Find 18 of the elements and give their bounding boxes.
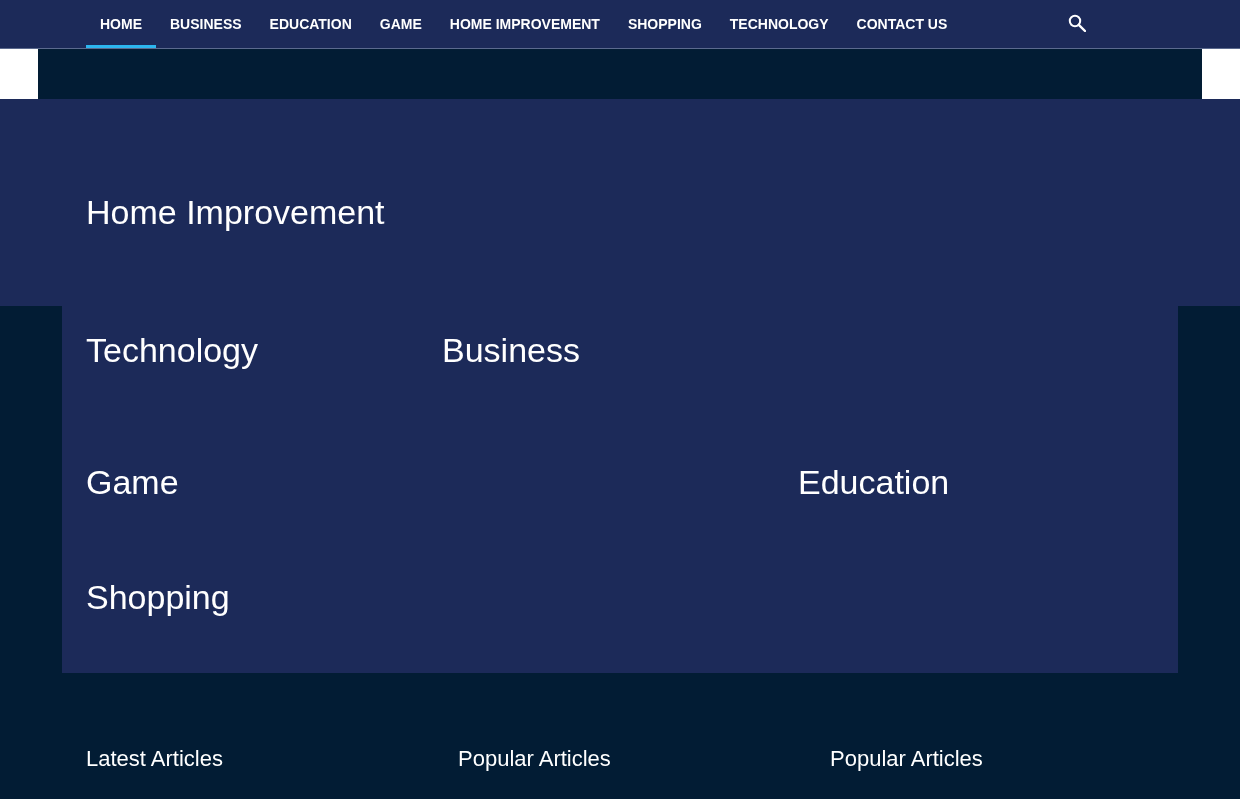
nav-link[interactable]: BUSINESS	[156, 0, 256, 48]
nav-link[interactable]: TECHNOLOGY	[715, 0, 843, 48]
footer-heading: Popular Articles	[830, 746, 983, 772]
nav-link[interactable]: HOME	[86, 0, 156, 48]
category-heading: Game	[86, 462, 179, 503]
nav-link[interactable]: EDUCATION	[255, 0, 366, 48]
search-icon[interactable]	[1068, 14, 1086, 32]
nav-link[interactable]: CONTACT US	[842, 0, 962, 48]
nav-link[interactable]: HOME IMPROVEMENT	[435, 0, 614, 48]
nav-link[interactable]: SHOPPING	[613, 0, 716, 48]
footer-heading: Popular Articles	[458, 746, 611, 772]
footer-heading: Latest Articles	[86, 746, 223, 772]
category-heading: Technology	[86, 330, 258, 371]
category-heading: Shopping	[86, 577, 230, 618]
category-heading: Education	[798, 462, 950, 503]
nav-link[interactable]: GAME	[365, 0, 436, 48]
category-heading: Business	[442, 330, 580, 371]
hero-heading: Home Improvement	[86, 192, 385, 233]
